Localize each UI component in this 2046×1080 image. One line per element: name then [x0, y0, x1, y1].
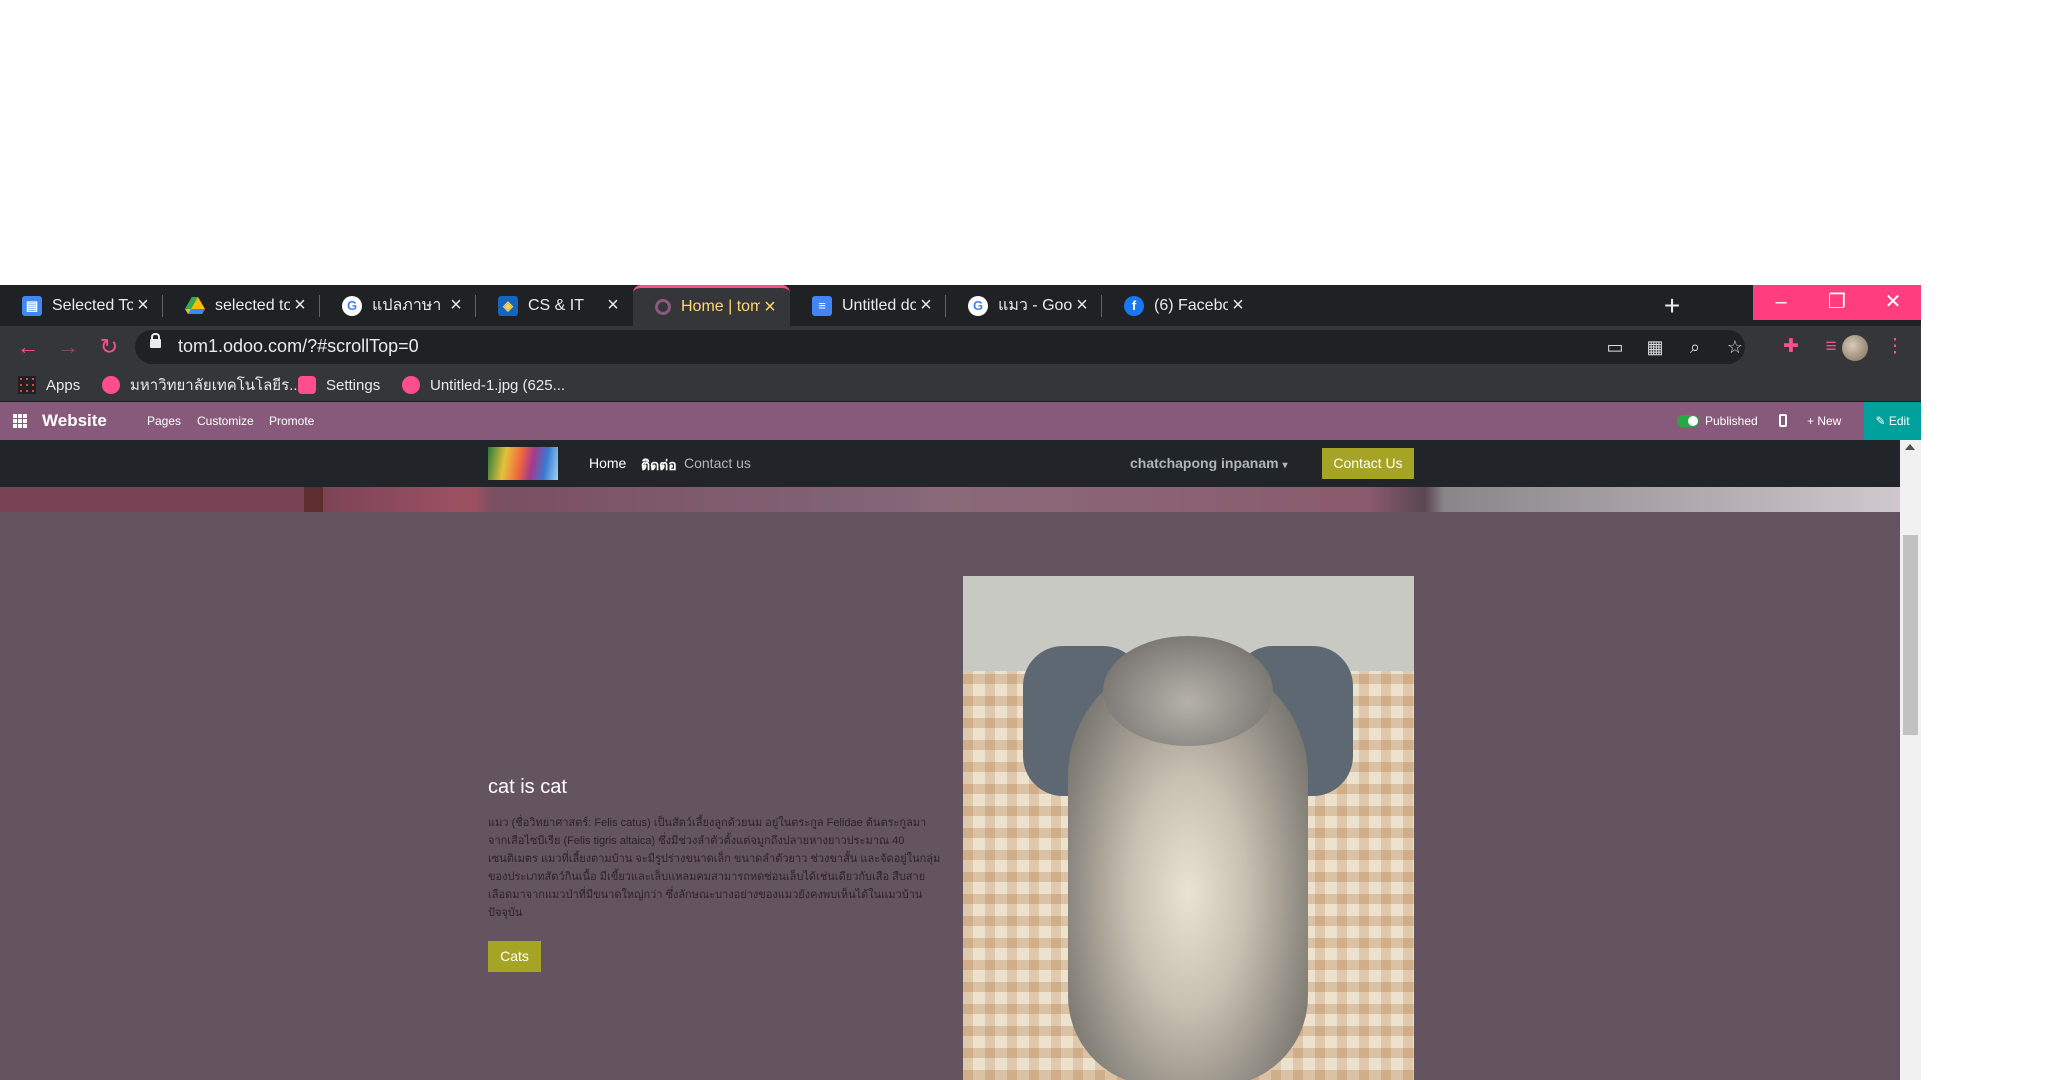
tab-title: CS & IT [528, 296, 585, 314]
tab-title: (6) Facebook [1154, 296, 1228, 314]
profile-avatar[interactable] [1842, 335, 1868, 361]
apps-grid-icon[interactable] [13, 414, 28, 429]
edit-button[interactable]: ✎ Edit [1864, 402, 1921, 440]
close-icon[interactable]: × [1228, 294, 1248, 317]
bookmark-label: Settings [326, 376, 381, 394]
extensions-puzzle-icon[interactable]: ✚ [1778, 334, 1804, 360]
odoo-editor-bar: Website Pages Customize Promote Publishe… [0, 402, 1921, 440]
close-window-button[interactable]: ✕ [1865, 285, 1921, 320]
tab-selected-topic-3[interactable]: selected topic 3/3/2 × [163, 285, 320, 326]
address-bar[interactable]: tom1.odoo.com/?#scrollTop=0 ▭ ▦ ⌕ ☆ [135, 330, 1745, 364]
edit-label: Edit [1888, 414, 1910, 428]
menu-pages[interactable]: Pages [147, 414, 181, 428]
tab-title: แปลภาษา - Google [372, 297, 446, 314]
bookmark-apps[interactable]: Apps [18, 374, 80, 396]
bookmarks-bar: Apps มหาวิทยาลัยเทคโนโลยีร... Settings U… [0, 368, 1921, 402]
tab-translate[interactable]: G แปลภาษา - Google × [320, 285, 476, 326]
close-icon[interactable]: × [1072, 294, 1092, 317]
banner-image-strip [0, 487, 1900, 512]
section-body: แมว (ชื่อวิทยาศาสตร์: Felis catus) เป็นส… [488, 817, 941, 919]
url-text: tom1.odoo.com/?#scrollTop=0 [178, 336, 419, 356]
cats-button[interactable]: Cats [488, 941, 541, 972]
bookmark-university[interactable]: มหาวิทยาลัยเทคโนโลยีร... [102, 374, 302, 396]
google-icon: G [968, 295, 988, 316]
menu-promote[interactable]: Promote [269, 414, 314, 428]
university-icon [102, 376, 120, 394]
site-logo[interactable] [488, 447, 558, 480]
bookmark-label: มหาวิทยาลัยเทคโนโลยีร... [130, 377, 302, 394]
pencil-icon: ✎ [1875, 414, 1889, 428]
close-icon[interactable]: × [603, 294, 623, 317]
bookmark-label: Apps [46, 376, 81, 394]
nav-contact-thai[interactable]: ติดต่อ [641, 455, 677, 477]
reload-icon[interactable]: ↻ [94, 332, 124, 362]
globe-icon [402, 376, 420, 394]
close-icon[interactable]: × [760, 296, 780, 319]
tab-facebook[interactable]: f (6) Facebook × [1102, 285, 1258, 326]
restore-button[interactable]: ❐ [1809, 285, 1865, 320]
caret-down-icon: ▾ [1282, 460, 1288, 471]
user-name: chatchapong inpanam [1130, 455, 1279, 471]
zoom-icon[interactable]: ⌕ [1683, 335, 1707, 359]
browser-toolbar: ← → ↻ tom1.odoo.com/?#scrollTop=0 ▭ ▦ ⌕ … [0, 326, 1921, 368]
odoo-brand[interactable]: Website [42, 411, 107, 431]
published-toggle[interactable] [1677, 415, 1699, 427]
user-menu[interactable]: chatchapong inpanam ▾ [1130, 455, 1288, 471]
cast-icon[interactable]: ▭ [1603, 335, 1627, 359]
tab-selected-topic-2[interactable]: ▤ Selected Topic (2/2) × [0, 285, 163, 326]
mobile-preview-icon[interactable] [1779, 414, 1787, 427]
menu-kebab-icon[interactable]: ⋮ [1882, 334, 1908, 360]
close-icon[interactable]: × [290, 294, 310, 317]
tab-title: Untitled document [842, 296, 916, 314]
tab-strip: ▤ Selected Topic (2/2) × selected topic … [0, 285, 1921, 326]
settings-gear-icon [298, 376, 316, 394]
cat-photo [963, 576, 1414, 1080]
cs-it-icon: ◈ [498, 295, 518, 316]
browser-window: ▤ Selected Topic (2/2) × selected topic … [0, 285, 1921, 1080]
new-button[interactable]: + New [1807, 414, 1841, 428]
contact-us-button[interactable]: Contact Us [1322, 448, 1414, 479]
qr-code-icon[interactable]: ▦ [1643, 335, 1667, 359]
close-icon[interactable]: × [446, 294, 466, 317]
google-classroom-icon: ▤ [22, 295, 42, 316]
forward-arrow-icon[interactable]: → [53, 332, 83, 362]
tab-cat-search[interactable]: G แมว - Google Search × [946, 285, 1102, 326]
bookmark-label: Untitled-1.jpg (625... [430, 376, 566, 394]
page-viewport: Website Pages Customize Promote Publishe… [0, 402, 1921, 1080]
scrollbar-thumb[interactable] [1903, 535, 1918, 735]
site-header: Home ติดต่อ Contact us chatchapong inpan… [0, 440, 1900, 487]
tab-cs-it[interactable]: ◈ CS & IT × [476, 285, 633, 326]
tab-title: Home | tom1 [681, 298, 760, 315]
apps-grid-icon [18, 376, 36, 394]
back-arrow-icon[interactable]: ← [13, 332, 43, 362]
facebook-icon: f [1124, 295, 1144, 316]
bookmark-star-icon[interactable]: ☆ [1723, 335, 1747, 359]
google-docs-icon: ≡ [812, 295, 832, 316]
minimize-button[interactable]: – [1753, 285, 1809, 320]
scroll-up-arrow-icon[interactable] [1905, 444, 1915, 450]
lock-icon [150, 333, 161, 348]
new-tab-button[interactable]: + [1655, 289, 1689, 323]
close-icon[interactable]: × [916, 294, 936, 317]
bookmark-settings[interactable]: Settings [298, 374, 380, 396]
tab-title: selected topic 3/3/2 [215, 296, 290, 314]
tab-untitled-document[interactable]: ≡ Untitled document × [790, 285, 946, 326]
nav-home[interactable]: Home [589, 455, 626, 471]
published-label: Published [1705, 414, 1758, 428]
google-icon: G [342, 295, 362, 316]
tab-home-tom1[interactable]: Home | tom1 × [633, 285, 790, 326]
bookmark-untitled-jpg[interactable]: Untitled-1.jpg (625... [402, 374, 565, 396]
menu-customize[interactable]: Customize [197, 414, 254, 428]
section-title: cat is cat [488, 776, 567, 798]
tab-title: Selected Topic (2/2) [52, 296, 133, 314]
google-drive-icon [185, 296, 205, 316]
reading-list-icon[interactable]: ≡ [1818, 334, 1844, 360]
odoo-icon [655, 299, 671, 315]
screen: ▤ Selected Topic (2/2) × selected topic … [0, 0, 2046, 1080]
nav-contact-us[interactable]: Contact us [684, 455, 751, 471]
tab-title: แมว - Google Search [998, 297, 1072, 314]
close-icon[interactable]: × [133, 294, 153, 317]
